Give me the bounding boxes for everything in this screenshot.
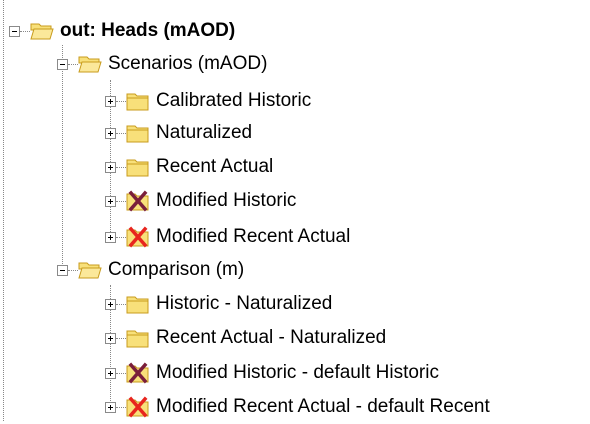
- tree-node-label: Modified Recent Actual - default Recent: [156, 396, 490, 417]
- folder-open-icon: [30, 20, 54, 42]
- folder-cross-dark-icon: [126, 362, 150, 384]
- tree-node-historic-naturalized[interactable]: Historic - Naturalized: [105, 287, 332, 321]
- folder-icon: [126, 90, 150, 112]
- collapse-toggle[interactable]: [57, 58, 68, 70]
- expand-toggle[interactable]: [105, 95, 116, 107]
- tree-node-label: Scenarios (mAOD): [108, 53, 268, 74]
- expand-toggle[interactable]: [105, 161, 116, 173]
- tree-node-comparison[interactable]: Comparison (m): [57, 253, 244, 287]
- tree-node-naturalized[interactable]: Naturalized: [105, 116, 252, 150]
- expand-toggle[interactable]: [105, 195, 116, 207]
- folder-icon: [126, 122, 150, 144]
- tree-node-root[interactable]: out: Heads (mAOD): [9, 14, 235, 48]
- folder-icon: [126, 327, 150, 349]
- collapse-toggle[interactable]: [57, 264, 68, 276]
- tree-node-recent-actual[interactable]: Recent Actual: [105, 150, 273, 184]
- folder-cross-red-icon: [126, 226, 150, 248]
- expand-toggle[interactable]: [105, 367, 116, 379]
- tree-node-label: Calibrated Historic: [156, 90, 312, 111]
- folder-open-icon: [78, 259, 102, 281]
- tree-node-label: Recent Actual - Naturalized: [156, 327, 387, 348]
- tree-node-label: Modified Historic: [156, 190, 297, 211]
- tree-node-label: Naturalized: [156, 122, 253, 143]
- collapse-toggle[interactable]: [9, 25, 20, 37]
- expand-toggle[interactable]: [105, 332, 116, 344]
- tree-node-modified-historic[interactable]: Modified Historic: [105, 184, 296, 218]
- expand-toggle[interactable]: [105, 298, 116, 310]
- tree-node-label: Historic - Naturalized: [156, 293, 333, 314]
- folder-cross-red-icon: [126, 396, 150, 418]
- tree-node-label: Comparison (m): [108, 259, 245, 280]
- tree-node-label: Modified Recent Actual: [156, 226, 351, 247]
- tree-node-label: Modified Historic - default Historic: [156, 362, 439, 383]
- tree-node-calibrated-historic[interactable]: Calibrated Historic: [105, 84, 311, 118]
- folder-icon: [126, 156, 150, 178]
- tree-node-scenarios[interactable]: Scenarios (mAOD): [57, 47, 267, 81]
- tree-node-modified-recent-actual[interactable]: Modified Recent Actual: [105, 220, 350, 254]
- tree-node-recent-actual-naturalized[interactable]: Recent Actual - Naturalized: [105, 321, 386, 355]
- folder-cross-dark-icon: [126, 190, 150, 212]
- expand-toggle[interactable]: [105, 401, 116, 413]
- expand-toggle[interactable]: [105, 231, 116, 243]
- tree-view: out: Heads (mAOD) Scenarios (mAOD) Calib…: [0, 0, 590, 421]
- expand-toggle[interactable]: [105, 127, 116, 139]
- folder-open-icon: [78, 53, 102, 75]
- folder-icon: [126, 293, 150, 315]
- tree-node-label: out: Heads (mAOD): [60, 20, 236, 41]
- tree-node-modified-recent-actual-default[interactable]: Modified Recent Actual - default Recent: [105, 390, 490, 424]
- tree-guide-left: [3, 0, 4, 421]
- tree-node-modified-historic-default[interactable]: Modified Historic - default Historic: [105, 356, 439, 390]
- tree-node-label: Recent Actual: [156, 156, 274, 177]
